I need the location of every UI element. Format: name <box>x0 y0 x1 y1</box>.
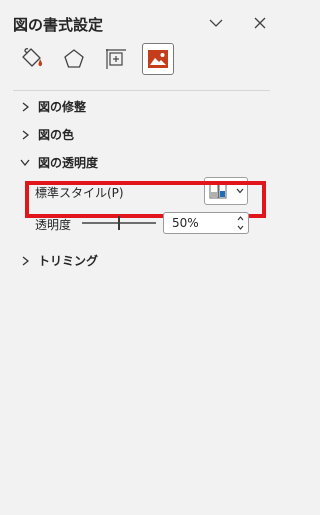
chevron-right-icon <box>20 129 30 140</box>
close-icon[interactable] <box>249 12 271 34</box>
chevron-down-icon <box>20 158 30 168</box>
tab-size-properties[interactable] <box>100 43 132 75</box>
transparency-slider[interactable] <box>82 216 156 230</box>
spin-down-icon[interactable] <box>235 223 245 232</box>
pane-title: 図の書式設定 <box>13 16 104 34</box>
section-label: 図の修整 <box>38 100 87 114</box>
tab-fill-line[interactable] <box>16 43 48 75</box>
section-picture-corrections[interactable]: 図の修整 <box>20 98 86 115</box>
section-picture-color[interactable]: 図の色 <box>20 126 74 143</box>
chevron-right-icon <box>20 101 30 112</box>
spin-up-icon[interactable] <box>235 214 245 223</box>
tabs-divider <box>13 90 270 91</box>
pentagon-icon <box>64 49 84 68</box>
tab-effects[interactable] <box>58 43 90 75</box>
section-crop[interactable]: トリミング <box>20 252 98 269</box>
paint-bucket-icon <box>22 48 43 67</box>
chevron-right-icon <box>20 255 30 266</box>
transparency-spinbox[interactable]: 50% <box>163 212 249 234</box>
tab-picture[interactable] <box>142 43 174 75</box>
section-label: 図の透明度 <box>38 156 99 170</box>
transparency-label: 透明度 <box>35 218 72 232</box>
section-label: トリミング <box>38 254 99 268</box>
transparency-value[interactable]: 50% <box>172 216 199 230</box>
slider-thumb[interactable] <box>118 216 120 230</box>
task-options-chevron-icon[interactable] <box>205 12 227 34</box>
size-icon <box>106 49 126 69</box>
section-label: 図の色 <box>38 128 75 142</box>
picture-icon <box>148 50 168 68</box>
format-tabs <box>14 43 184 79</box>
section-picture-transparency[interactable]: 図の透明度 <box>20 154 98 171</box>
